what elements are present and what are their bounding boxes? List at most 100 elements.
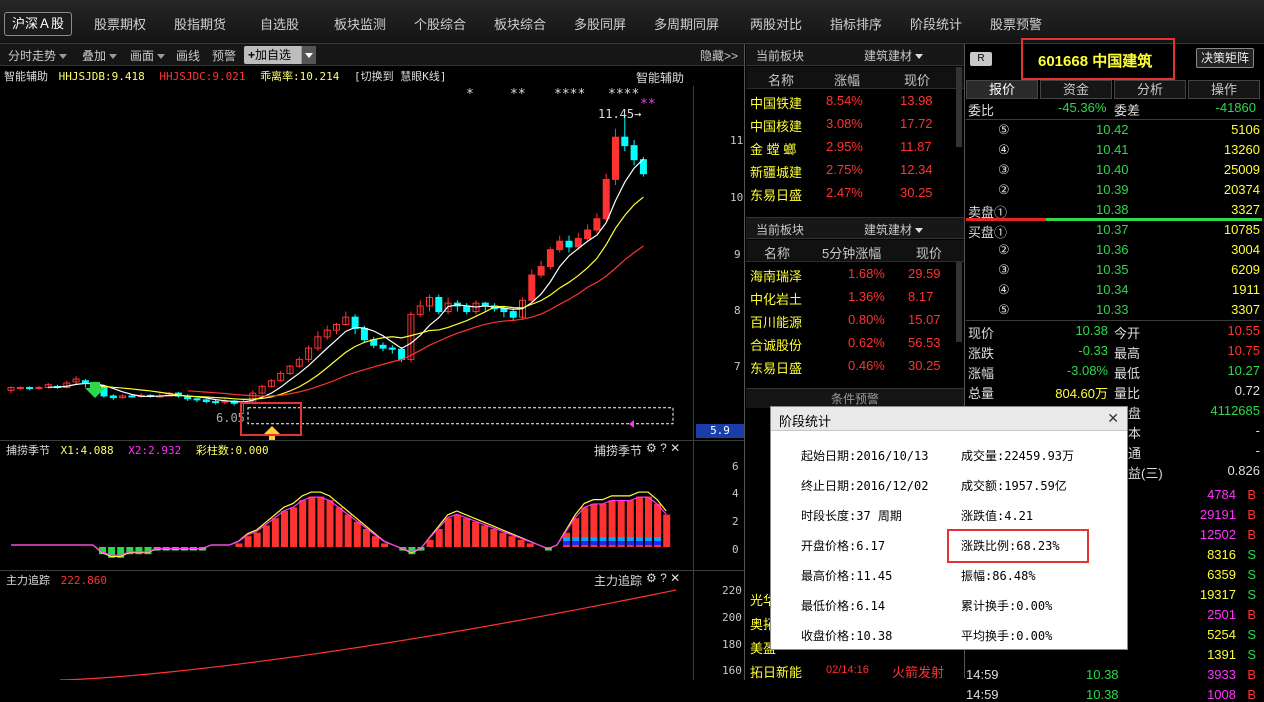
close-icon[interactable]: ✕ bbox=[1107, 410, 1119, 427]
ask-price[interactable]: 10.40 bbox=[1096, 162, 1129, 177]
menu-item-8[interactable]: 两股对比 bbox=[750, 14, 802, 33]
quote-tab-3[interactable]: 操作 bbox=[1188, 80, 1260, 99]
buy-strength-bar bbox=[1046, 218, 1262, 221]
ask-price[interactable]: 10.39 bbox=[1096, 182, 1129, 197]
sector1-col-name[interactable]: 名称 bbox=[768, 70, 794, 89]
condition-alert-header[interactable]: 条件预警 bbox=[746, 388, 964, 408]
switch-kline-link[interactable]: [切换到 慧眼K线] bbox=[354, 70, 447, 83]
histogram-marker bbox=[563, 541, 571, 545]
tool-overlay[interactable]: 叠加 bbox=[82, 47, 118, 64]
tick-volume: 12502 bbox=[1199, 527, 1236, 542]
add-watchlist-button[interactable]: +加自选 bbox=[244, 46, 316, 64]
signal-stars: ** bbox=[510, 87, 526, 102]
sector1-row-name[interactable]: 东易日盛 bbox=[750, 185, 802, 204]
tool-draw-line[interactable]: 画线 bbox=[176, 47, 200, 64]
quote-tab-0[interactable]: 报价 bbox=[966, 80, 1038, 99]
sector2-selector[interactable]: 建筑建材 bbox=[864, 221, 924, 238]
tool-intraday[interactable]: 分时走势 bbox=[8, 47, 68, 64]
bid-price[interactable]: 10.33 bbox=[1096, 302, 1129, 317]
highlight-box-stock bbox=[1021, 38, 1175, 80]
sector2-row-name[interactable]: 中化岩土 bbox=[750, 289, 802, 308]
bid-price[interactable]: 10.34 bbox=[1096, 282, 1129, 297]
sell-strength-bar bbox=[966, 218, 1046, 221]
bid-price[interactable]: 10.37 bbox=[1096, 222, 1129, 237]
sector2-col-name[interactable]: 名称 bbox=[764, 243, 790, 262]
menu-item-5[interactable]: 板块综合 bbox=[494, 14, 546, 33]
menu-item-3[interactable]: 板块监测 bbox=[334, 14, 386, 33]
sector2-header: 当前板块 建筑建材 bbox=[746, 217, 964, 239]
menu-item-2[interactable]: 自选股 bbox=[260, 14, 299, 33]
hide-panel-button[interactable]: 隐藏>> bbox=[700, 47, 738, 64]
candlestick-chart[interactable]: 11.45→6.05* ** **** ****** bbox=[0, 86, 694, 440]
tool-alert[interactable]: 预警 bbox=[212, 47, 236, 64]
candle-body bbox=[556, 240, 564, 251]
settings-gear-icon[interactable]: ⚙ ? ✕ bbox=[646, 441, 680, 455]
dialog-titlebar[interactable]: 阶段统计 ✕ bbox=[771, 407, 1127, 431]
sector2-row-name[interactable]: 海南瑞泽 bbox=[750, 266, 802, 285]
tick-side: B bbox=[1247, 507, 1256, 522]
sector1-row-name[interactable]: 新疆城建 bbox=[750, 162, 802, 181]
sector1-selector[interactable]: 建筑建材 bbox=[864, 47, 924, 64]
signal-stars: ** bbox=[640, 97, 656, 112]
sector2-col-pct[interactable]: 5分钟涨幅 bbox=[822, 243, 881, 262]
tick-side: S bbox=[1247, 647, 1256, 662]
ask-price[interactable]: 10.41 bbox=[1096, 142, 1129, 157]
menu-item-1[interactable]: 股指期货 bbox=[174, 14, 226, 33]
macd-indicator-chart[interactable] bbox=[0, 455, 694, 570]
main-chart-title-right: 智能辅助 bbox=[636, 71, 685, 85]
ask-price[interactable]: 10.42 bbox=[1096, 122, 1129, 137]
menu-item-7[interactable]: 多周期同屏 bbox=[654, 14, 719, 33]
dialog-title: 阶段统计 bbox=[779, 414, 832, 429]
quote-tab-2[interactable]: 分析 bbox=[1114, 80, 1186, 99]
histogram-marker bbox=[581, 541, 589, 545]
menu-item-6[interactable]: 多股同屏 bbox=[574, 14, 626, 33]
menu-item-11[interactable]: 股票预警 bbox=[990, 14, 1042, 33]
sector1-header: 当前板块 建筑建材 bbox=[746, 44, 964, 66]
decision-matrix-button[interactable]: 决策矩阵 bbox=[1196, 48, 1254, 68]
histogram-marker bbox=[635, 541, 643, 545]
candle-body bbox=[128, 395, 136, 398]
alert-stock-name[interactable]: 拓日新能 bbox=[750, 662, 802, 681]
bid-price[interactable]: 10.36 bbox=[1096, 242, 1129, 257]
menu-item-10[interactable]: 阶段统计 bbox=[910, 14, 962, 33]
stat-label: 通 bbox=[1128, 446, 1142, 461]
sector1-col-price[interactable]: 现价 bbox=[904, 70, 930, 89]
sector2-row-name[interactable]: 东易日盛 bbox=[750, 358, 802, 377]
histogram-bar bbox=[335, 507, 343, 547]
menu-item-4[interactable]: 个股综合 bbox=[414, 14, 466, 33]
sector2-col-price[interactable]: 现价 bbox=[916, 243, 942, 262]
sector2-row-name[interactable]: 合诚股份 bbox=[750, 335, 802, 354]
main-force-chart[interactable] bbox=[0, 586, 694, 680]
histogram-bar bbox=[490, 529, 498, 547]
sector2-row-name[interactable]: 百川能源 bbox=[750, 312, 802, 331]
sector1-row-name[interactable]: 中国铁建 bbox=[750, 93, 802, 112]
tick-volume: 29191 bbox=[1199, 507, 1236, 522]
add-watchlist-dropdown-icon[interactable] bbox=[301, 46, 316, 64]
menu-item-0[interactable]: 股票期权 bbox=[94, 14, 146, 33]
sector2-row-pct: 1.68% bbox=[848, 266, 885, 281]
quote-tab-1[interactable]: 资金 bbox=[1040, 80, 1112, 99]
stat-value: -3.08% bbox=[1066, 363, 1108, 378]
ask-price[interactable]: 10.38 bbox=[1096, 202, 1129, 217]
sector1-row-name[interactable]: 金 螳 螂 bbox=[750, 139, 796, 158]
tool-canvas[interactable]: 画面 bbox=[130, 47, 166, 64]
histogram-marker bbox=[645, 541, 652, 545]
stat-value: - bbox=[1255, 443, 1260, 458]
moving-average-line bbox=[48, 158, 644, 403]
menu-item-9[interactable]: 指标排序 bbox=[830, 14, 882, 33]
bid-price[interactable]: 10.35 bbox=[1096, 262, 1129, 277]
tick-volume: 8316 bbox=[1207, 547, 1236, 562]
highlight-box-ratio bbox=[947, 529, 1089, 563]
settings-gear-icon-2[interactable]: ⚙ ? ✕ bbox=[646, 571, 680, 585]
sector2-scrollbar[interactable] bbox=[956, 262, 962, 342]
candle-body bbox=[193, 398, 201, 401]
sector1-row-name[interactable]: 中国核建 bbox=[750, 116, 802, 135]
market-selector[interactable]: 沪深Ａ股 bbox=[4, 12, 72, 36]
histogram-marker bbox=[617, 541, 625, 545]
sector2-row-price: 29.59 bbox=[908, 266, 941, 281]
candle-body bbox=[509, 311, 517, 318]
sector1-col-pct[interactable]: 涨幅 bbox=[834, 70, 860, 89]
sector1-scrollbar[interactable] bbox=[956, 67, 962, 147]
tick-time: 14:59 bbox=[966, 687, 999, 702]
histogram-bar bbox=[317, 496, 325, 547]
